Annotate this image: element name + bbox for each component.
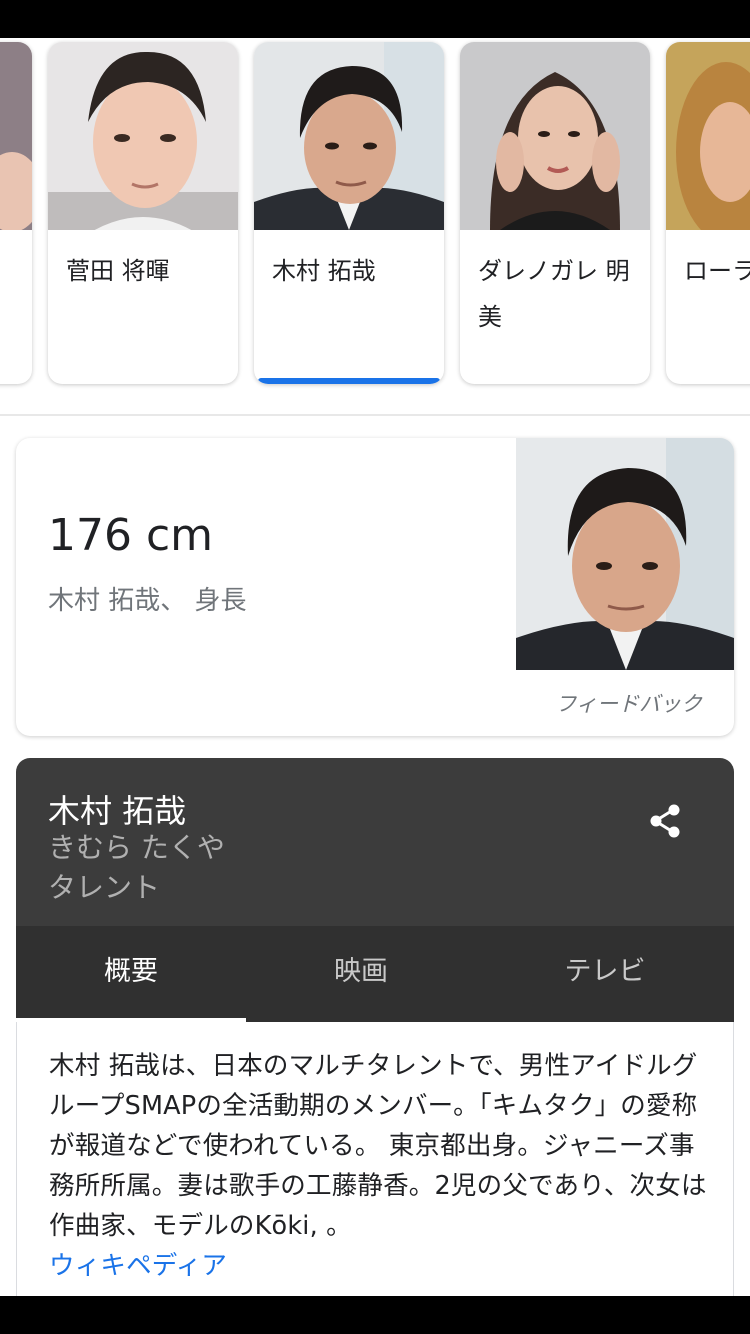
wikipedia-link[interactable]: ウィキペディア (49, 1251, 227, 1281)
carousel-card-rola[interactable]: ローラ (666, 42, 750, 384)
tab-overview[interactable]: 概要 (16, 926, 246, 1022)
tab-tv[interactable]: テレビ (490, 926, 720, 1022)
people-carousel[interactable]: 菅田 将暉 木村 拓哉 ダレノガレ 明美 ローラ (0, 38, 750, 414)
knowledge-panel-body: 木村 拓哉は、日本のマルチタレントで、男性アイドルグループSMAPの全活動期のメ… (16, 1022, 734, 1318)
selected-indicator (258, 378, 440, 384)
height-value: 176 cm (48, 510, 214, 561)
height-answer-card: 176 cm 木村 拓哉、 身長 フィードバック (16, 438, 734, 736)
knowledge-panel: 木村 拓哉 きむら たくや タレント 概要 映画 テレビ 木村 拓哉は、日本のマ… (16, 758, 734, 1318)
entity-description: 木村 拓哉は、日本のマルチタレントで、男性アイドルグループSMAPの全活動期のメ… (49, 1046, 709, 1286)
person-photo (460, 42, 650, 230)
divider (0, 414, 750, 416)
entity-reading: きむら たくや (48, 831, 225, 864)
entity-type: タレント (48, 871, 161, 904)
knowledge-panel-tabs: 概要 映画 テレビ (16, 926, 734, 1022)
tab-movies[interactable]: 映画 (246, 926, 476, 1022)
person-name: 菅田 将暉 (66, 257, 170, 285)
share-icon (650, 804, 680, 838)
person-name: 木村 拓哉 (272, 257, 376, 285)
person-name: ローラ (684, 257, 750, 285)
status-bar (0, 0, 750, 38)
feedback-link[interactable]: フィードバック (555, 688, 702, 718)
person-photo (0, 42, 32, 230)
person-photo (48, 42, 238, 230)
carousel-card[interactable] (0, 42, 32, 384)
carousel-card-suda[interactable]: 菅田 将暉 (48, 42, 238, 384)
person-photo (254, 42, 444, 230)
knowledge-panel-header: 木村 拓哉 きむら たくや タレント (16, 758, 734, 926)
bottom-bar (0, 1296, 750, 1334)
carousel-card-darenogare[interactable]: ダレノガレ 明美 (460, 42, 650, 384)
person-photo[interactable] (516, 438, 734, 670)
description-text: 木村 拓哉は、日本のマルチタレントで、男性アイドルグループSMAPの全活動期のメ… (49, 1051, 707, 1241)
person-name: ダレノガレ 明美 (478, 257, 630, 331)
height-subtitle: 木村 拓哉、 身長 (48, 586, 247, 616)
carousel-card-kimura[interactable]: 木村 拓哉 (254, 42, 444, 384)
share-button[interactable] (644, 800, 688, 844)
person-photo (666, 42, 750, 230)
